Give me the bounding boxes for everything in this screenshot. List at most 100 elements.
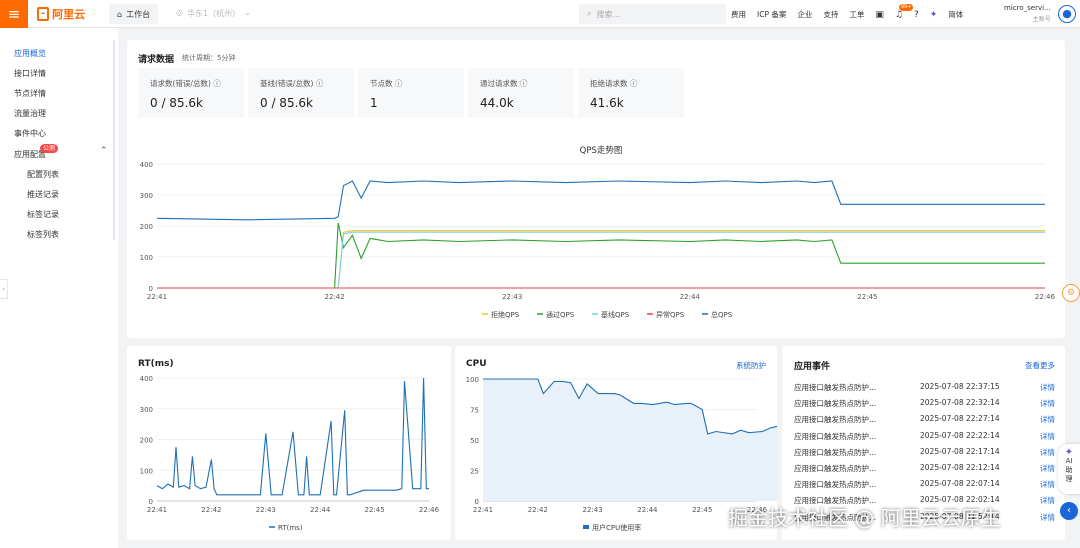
sidebar-sub-push-record[interactable]: 推送记录 — [27, 189, 59, 200]
stat-label-text: 节点数 — [370, 79, 393, 88]
region-selector[interactable]: ◎ 华东1（杭州） ⌄ — [176, 8, 251, 19]
chart-title: QPS走势图 — [580, 145, 623, 156]
logo-text: 阿里云 — [52, 8, 86, 21]
message-icon[interactable]: ▣ — [875, 10, 884, 20]
y-tick-label: 100 — [466, 376, 479, 384]
event-detail-link[interactable]: 详情 — [1040, 463, 1055, 474]
chevron-up-icon[interactable]: ⌃ — [100, 146, 108, 156]
event-detail-link[interactable]: 详情 — [1040, 447, 1055, 458]
event-detail-link[interactable]: 详情 — [1040, 495, 1055, 506]
sidebar-item-interface[interactable]: 接口详情 — [14, 68, 46, 79]
ai-label: 理 — [1065, 475, 1073, 483]
logo-mark: - — [37, 7, 50, 21]
request-title: 请求数据 — [138, 55, 175, 65]
collapse-sidebar-button[interactable]: › — [0, 279, 8, 299]
avatar[interactable]: ● — [1058, 5, 1076, 23]
stat-label-text: 基线(错误/总数) — [260, 79, 314, 88]
sidebar-sub-config-list[interactable]: 配置列表 — [27, 169, 59, 180]
y-tick-label: 100 — [140, 254, 153, 262]
language-switch[interactable]: 简体 — [948, 9, 963, 20]
info-icon[interactable]: ⓘ — [213, 79, 221, 88]
y-tick-label: 0 — [475, 498, 479, 506]
x-tick-label: 22:42 — [201, 506, 221, 514]
y-tick-label: 200 — [140, 437, 153, 445]
account-name: micro_servi... — [1004, 4, 1051, 12]
nav-icp[interactable]: ICP 备案 — [757, 9, 786, 20]
menu-icon[interactable]: ≡ — [0, 0, 28, 28]
event-detail-link[interactable]: 详情 — [1040, 431, 1055, 442]
event-detail-link[interactable]: 详情 — [1040, 398, 1055, 409]
legend-label: 通过QPS — [546, 310, 575, 319]
stat-value: 0 / 85.6k — [260, 96, 313, 110]
account-role: 主账号 — [1032, 16, 1051, 23]
bell-icon[interactable]: ♫ 99+ — [895, 3, 914, 20]
aliyun-logo[interactable]: - 阿里云 — [37, 6, 85, 22]
sidebar-item-traffic[interactable]: 流量治理 — [14, 108, 46, 119]
y-tick-label: 400 — [140, 375, 153, 383]
chevron-down-icon: ⌄ — [244, 8, 251, 17]
nav-support[interactable]: 支持 — [823, 9, 838, 20]
x-tick-label: 22:45 — [692, 506, 712, 514]
x-tick-label: 22:44 — [680, 293, 701, 301]
home-icon: ⌂ — [117, 9, 123, 19]
ai-assistant-button[interactable]: ✦ AI 助 理 — [1058, 444, 1080, 494]
search-input[interactable]: ⌕ 搜索... — [579, 4, 726, 24]
y-tick-label: 100 — [140, 467, 153, 475]
x-tick-label: 22:45 — [857, 293, 877, 301]
event-detail-link[interactable]: 详情 — [1040, 479, 1055, 490]
workbench-button[interactable]: ⌂ 工作台 — [109, 4, 159, 24]
stat-label-text: 拒绝请求数 — [590, 79, 628, 88]
request-period: 统计周期：5分钟 — [182, 54, 236, 62]
x-tick-label: 22:44 — [310, 506, 331, 514]
help-icon[interactable]: ? — [914, 10, 919, 20]
nav-enterprise[interactable]: 企业 — [797, 9, 812, 20]
sidebar-item-node[interactable]: 节点详情 — [14, 88, 46, 99]
nav-ticket[interactable]: 工单 — [849, 9, 864, 20]
event-detail-link[interactable]: 详情 — [1040, 382, 1055, 393]
sidebar-sub-tag-record[interactable]: 标签记录 — [27, 209, 59, 220]
legend-label: RT(ms) — [278, 524, 303, 532]
legend-label: 拒绝QPS — [491, 310, 520, 319]
info-icon[interactable]: ⓘ — [395, 79, 403, 88]
info-icon[interactable]: ⓘ — [316, 79, 324, 88]
ai-star-icon[interactable]: ✦ — [930, 10, 938, 20]
y-tick-label: 300 — [140, 192, 153, 200]
y-tick-label: 0 — [149, 285, 153, 293]
stat-value: 41.6k — [590, 96, 624, 110]
qps-chart[interactable]: 0 100 200 300 400 22:41 22:42 22:43 22:44 22:45 22… — [127, 138, 1065, 328]
x-tick-label: 22:42 — [528, 506, 548, 514]
stat-label: 请求数(错误/总数) ⓘ — [150, 78, 221, 89]
sidebar-item-events[interactable]: 事件中心 — [14, 128, 46, 139]
legend-label: 基线QPS — [601, 310, 630, 319]
series-area — [483, 379, 777, 501]
legend-label: 总QPS — [711, 310, 733, 319]
series-line-0 — [156, 377, 429, 496]
floating-helper-icon[interactable]: ⚙ — [1062, 284, 1080, 302]
y-tick-label: 0 — [149, 498, 153, 506]
info-icon[interactable]: ⓘ — [630, 79, 638, 88]
event-time: 2025-07-08 22:17:14 — [920, 446, 1000, 456]
series-line-4 — [156, 180, 1045, 221]
top-nav: 费用 ICP 备案 企业 支持 工单 ▣ ♫ 99+ ? ✦ 简体 — [731, 3, 963, 20]
stat-label: 节点数 ⓘ — [370, 78, 402, 89]
sidebar-item-overview[interactable]: 应用概览 — [14, 48, 46, 59]
stat-label-text: 通过请求数 — [480, 79, 518, 88]
rt-chart[interactable]: 0 100 200 300 400 22:41 22:42 22:43 22:44 22:45 22… — [127, 370, 451, 536]
info-icon[interactable]: ⓘ — [520, 79, 528, 88]
account-info[interactable]: micro_servi... 主账号 — [1004, 4, 1051, 24]
sidebar-sub-tag-list[interactable]: 标签列表 — [27, 229, 59, 240]
view-more-link[interactable]: 查看更多 — [1025, 360, 1055, 371]
chevron-left-icon[interactable]: ‹ — [1060, 502, 1078, 520]
event-name: 应用接口触发热点防护... — [794, 431, 877, 441]
event-time: 2025-07-08 22:37:15 — [920, 382, 1000, 391]
event-time: 2025-07-08 22:12:14 — [920, 463, 1000, 472]
event-detail-link[interactable]: 详情 — [1040, 512, 1055, 523]
x-tick-label: 22:43 — [502, 293, 522, 301]
event-time: 2025-07-08 22:27:14 — [920, 414, 1000, 424]
sidebar-scrollbar[interactable] — [113, 40, 115, 240]
nav-billing[interactable]: 费用 — [731, 9, 746, 20]
x-tick-label: 22:43 — [583, 506, 603, 514]
event-name: 应用接口触发热点防护... — [794, 447, 877, 457]
x-tick-label: 22:46 — [1035, 293, 1056, 301]
event-detail-link[interactable]: 详情 — [1040, 414, 1055, 425]
